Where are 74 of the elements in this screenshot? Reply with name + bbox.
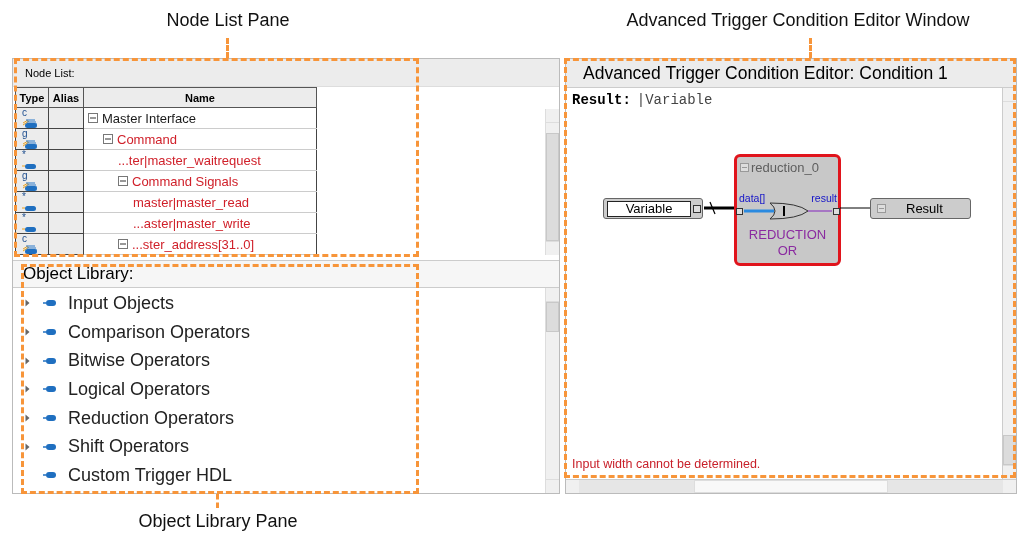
window-title: Advanced Trigger Condition Editor: Condition 1	[566, 59, 1016, 88]
wire	[704, 201, 734, 215]
library-item[interactable]: Logical Operators	[13, 375, 545, 404]
caret-icon[interactable]	[25, 356, 30, 365]
node-name[interactable]: master|master_read	[133, 194, 250, 210]
block-icon	[43, 385, 56, 394]
type-letter: c	[22, 234, 27, 243]
node-label: Result	[906, 201, 943, 216]
library-item[interactable]: Shift Operators	[13, 432, 545, 462]
block-icon	[43, 328, 56, 337]
node-name[interactable]: Command Signals	[132, 173, 239, 189]
block-name: reduction_0	[751, 160, 819, 175]
node-name[interactable]: Command	[117, 131, 177, 147]
block-icon	[43, 471, 56, 480]
callout-label: Node List Pane	[166, 10, 290, 31]
leader-line	[809, 38, 812, 58]
node-name[interactable]: Master Interface	[102, 110, 196, 126]
bus-icon	[21, 243, 38, 254]
block-icon	[43, 414, 56, 423]
bus-icon	[21, 138, 38, 149]
port-label: data[]	[739, 192, 766, 204]
type-letter: c	[22, 108, 27, 117]
leader-line	[226, 38, 229, 58]
caret-icon[interactable]	[25, 299, 30, 308]
collapse-icon[interactable]	[118, 239, 128, 249]
operator-block[interactable]: reduction_0 data[] result REDUCTION OR	[734, 154, 841, 266]
caret-icon[interactable]	[25, 385, 30, 394]
library-item[interactable]: Reduction Operators	[13, 403, 545, 433]
node-name[interactable]: ...aster|master_write	[133, 215, 251, 231]
collapse-icon[interactable]	[103, 134, 113, 144]
caret-icon[interactable]	[25, 442, 30, 451]
library-item[interactable]: Input Objects	[13, 289, 545, 318]
column-header[interactable]: Name	[83, 87, 317, 108]
pane-header: Node List:	[13, 59, 559, 87]
type-letter: g	[22, 129, 28, 138]
port-label: result	[811, 192, 837, 204]
pane-header: Object Library:	[13, 260, 559, 288]
library-item[interactable]: Comparison Operators	[13, 317, 545, 347]
collapse-icon[interactable]	[88, 113, 98, 123]
callout-label: Object Library Pane	[138, 511, 298, 532]
collapse-icon[interactable]	[118, 176, 128, 186]
library-item[interactable]: Bitwise Operators	[13, 346, 545, 376]
node-name[interactable]: ...ster_address[31..0]	[132, 236, 255, 252]
caret-icon[interactable]	[25, 414, 30, 423]
bus-icon	[21, 117, 38, 128]
block-label: REDUCTION OR	[747, 227, 828, 259]
bus-icon	[21, 180, 38, 191]
type-letter: *	[22, 192, 26, 201]
horizontal-scrollbar[interactable]	[566, 479, 1016, 493]
port-icon[interactable]	[736, 208, 743, 215]
block-icon	[43, 299, 56, 308]
type-letter: *	[22, 213, 26, 222]
vertical-scrollbar[interactable]	[545, 288, 559, 493]
node-label: Variable	[607, 200, 691, 217]
result-expression: |Variable	[636, 92, 713, 108]
leader-line	[216, 494, 219, 508]
node-name[interactable]: ...ter|master_waitrequest	[118, 152, 261, 168]
result-label: Result:	[572, 92, 631, 108]
block-icon	[43, 442, 56, 451]
column-header[interactable]: Alias	[48, 87, 84, 108]
block-icon	[43, 356, 56, 365]
output-node[interactable]: Result	[870, 198, 971, 219]
vertical-scrollbar[interactable]	[545, 109, 559, 255]
column-header[interactable]: Type	[15, 87, 49, 108]
wire	[840, 206, 870, 210]
error-message: Input width cannot be determined.	[572, 457, 762, 471]
port-icon[interactable]	[833, 208, 840, 215]
input-node[interactable]: Variable	[603, 198, 703, 219]
vertical-scrollbar[interactable]	[1002, 88, 1016, 479]
caret-icon[interactable]	[25, 328, 30, 337]
callout-label: Advanced Trigger Condition Editor Window	[626, 10, 970, 31]
type-letter: g	[22, 171, 28, 180]
library-item[interactable]: Custom Trigger HDL	[13, 461, 545, 490]
type-letter: *	[22, 150, 26, 159]
